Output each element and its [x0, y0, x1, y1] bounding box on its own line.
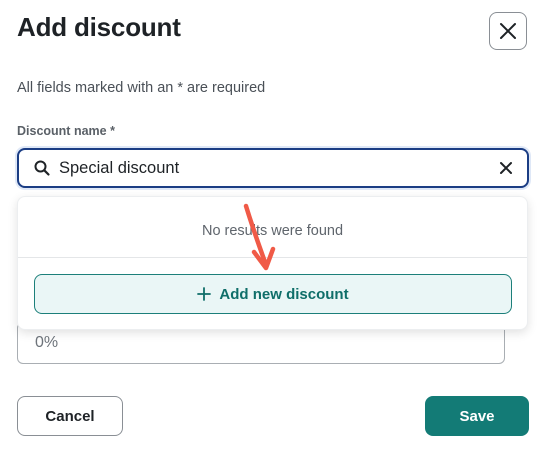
close-button[interactable] — [489, 12, 527, 50]
discount-rate-placeholder: 0% — [35, 334, 59, 351]
discount-name-label: Discount name * — [17, 124, 115, 138]
add-new-discount-label: Add new discount — [219, 285, 349, 303]
discount-name-field[interactable] — [17, 148, 529, 188]
add-new-discount-button[interactable]: Add new discount — [34, 274, 512, 314]
save-button[interactable]: Save — [425, 396, 529, 436]
search-icon — [34, 160, 50, 176]
discount-name-input[interactable] — [59, 154, 479, 182]
close-icon — [500, 23, 516, 39]
annotation-arrow — [243, 203, 276, 271]
plus-icon — [197, 287, 212, 301]
dialog-title: Add discount — [17, 12, 181, 42]
required-fields-hint: All fields marked with an * are required — [17, 80, 266, 96]
cancel-button[interactable]: Cancel — [17, 396, 123, 436]
clear-icon[interactable] — [497, 159, 515, 177]
